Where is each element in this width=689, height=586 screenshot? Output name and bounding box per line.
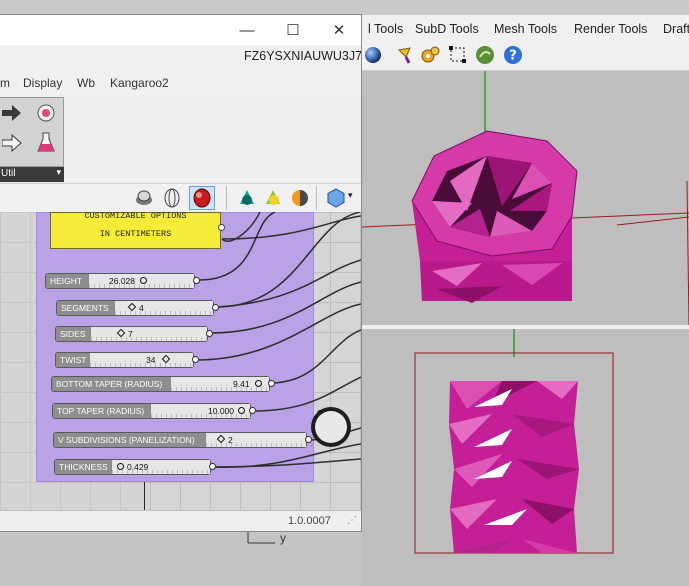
slider-bottom-taper[interactable]: BOTTOM TAPER (RADIUS) 9.41 bbox=[51, 376, 275, 392]
gh-titlebar[interactable]: — ☐ ✕ bbox=[0, 15, 361, 45]
arrow-right-icon[interactable] bbox=[2, 104, 22, 127]
slider-knob[interactable] bbox=[238, 407, 245, 414]
slider-v-subdivisions[interactable]: V SUBDIVISIONS (PANELIZATION) 2 bbox=[53, 432, 312, 448]
slider-height[interactable]: HEIGHT 26.028 bbox=[45, 273, 200, 289]
dropdown-arrow-icon[interactable]: ▾ bbox=[56, 167, 61, 178]
slider-label: THICKNESS bbox=[55, 460, 111, 474]
front-viewport[interactable] bbox=[362, 329, 689, 586]
slider-thickness[interactable]: THICKNESS 0.429 bbox=[54, 459, 216, 475]
slider-twist[interactable]: TWIST 34 bbox=[55, 352, 199, 368]
bounding-box-icon[interactable] bbox=[447, 44, 469, 66]
preview-wire-icon[interactable] bbox=[162, 188, 182, 213]
slider-value: 7 bbox=[128, 329, 133, 339]
slider-track[interactable] bbox=[150, 404, 250, 418]
output-grip[interactable] bbox=[209, 463, 216, 470]
close-button[interactable]: ✕ bbox=[328, 19, 350, 41]
document-name: FZ6YSXNIAUWU3J7* bbox=[244, 49, 362, 63]
slider-value: 2 bbox=[228, 435, 233, 445]
version-label: 1.0.0007 bbox=[288, 515, 331, 527]
sphere-icon[interactable] bbox=[362, 44, 384, 66]
slider-knob[interactable] bbox=[255, 380, 262, 387]
slider-label: BOTTOM TAPER (RADIUS) bbox=[52, 377, 170, 391]
slider-segments[interactable]: SEGMENTS 4 bbox=[56, 300, 219, 316]
output-grip[interactable] bbox=[206, 330, 213, 337]
rhino-menu-tools[interactable]: l Tools bbox=[368, 22, 403, 36]
grasshopper-icon[interactable] bbox=[474, 44, 496, 66]
grasshopper-window: — ☐ ✕ FZ6YSXNIAUWU3J7* m Display Wb Kang… bbox=[0, 14, 362, 532]
display-yellow-green-icon[interactable] bbox=[263, 188, 283, 213]
slider-sides[interactable]: SIDES 7 bbox=[55, 326, 213, 342]
slider-track[interactable] bbox=[89, 353, 193, 367]
canvas-toolbar: ▾ bbox=[0, 183, 361, 213]
minimize-button[interactable]: — bbox=[236, 19, 258, 41]
slider-label: V SUBDIVISIONS (PANELIZATION) bbox=[54, 433, 205, 447]
slider-label: SIDES bbox=[56, 327, 90, 341]
rhino-menu-subd-tools[interactable]: SubD Tools bbox=[415, 22, 479, 36]
ribbon-panel bbox=[0, 97, 64, 167]
rhino-menu-render-tools[interactable]: Render Tools bbox=[574, 22, 647, 36]
perspective-viewport[interactable] bbox=[362, 71, 689, 325]
slider-value: 9.41 bbox=[233, 379, 250, 389]
menu-item-kangaroo2[interactable]: Kangaroo2 bbox=[110, 76, 169, 90]
gh-menubar: m Display Wb Kangaroo2 bbox=[0, 73, 361, 95]
menu-item-wb[interactable]: Wb bbox=[77, 76, 95, 90]
slider-label: TOP TAPER (RADIUS) bbox=[53, 404, 150, 418]
slider-track[interactable] bbox=[90, 327, 207, 341]
menu-item-view[interactable]: m bbox=[0, 76, 10, 90]
gh-canvas[interactable]: CUSTOMIZABLE OPTIONS IN CENTIMETERS HEIG… bbox=[0, 212, 361, 510]
resize-grip-icon[interactable]: ⋰ bbox=[347, 515, 357, 526]
gears-icon[interactable] bbox=[419, 44, 441, 66]
output-grip[interactable] bbox=[192, 356, 199, 363]
preview-selected-icon[interactable] bbox=[189, 186, 215, 210]
arrow-right-outline-icon[interactable] bbox=[1, 133, 22, 157]
slider-knob[interactable] bbox=[140, 277, 147, 284]
toolbar-separator bbox=[226, 186, 227, 210]
preview-shaded-icon[interactable] bbox=[134, 188, 154, 213]
ribbon-group-label: Util bbox=[1, 168, 16, 179]
highlighter-icon[interactable] bbox=[395, 44, 417, 66]
slider-value: 26.028 bbox=[109, 276, 135, 286]
slider-value: 34 bbox=[146, 355, 156, 365]
slider-value: 0.429 bbox=[127, 462, 149, 472]
rhino-menu-mesh-tools[interactable]: Mesh Tools bbox=[494, 22, 557, 36]
ribbon-group-util[interactable]: Util ▾ bbox=[0, 167, 64, 182]
slider-track[interactable] bbox=[111, 460, 210, 474]
slider-knob[interactable] bbox=[117, 463, 124, 470]
output-grip[interactable] bbox=[212, 304, 219, 311]
rhino-viewport-corner: y bbox=[0, 531, 362, 586]
output-grip[interactable] bbox=[249, 407, 256, 414]
axis-y-label: y bbox=[280, 531, 286, 545]
rhino-menu-drafting[interactable]: Draft bbox=[663, 22, 689, 36]
slider-label: HEIGHT bbox=[46, 274, 88, 288]
hexagon-icon[interactable] bbox=[326, 188, 346, 213]
slider-value: 10.000 bbox=[208, 406, 234, 416]
slider-label: SEGMENTS bbox=[57, 301, 114, 315]
display-orange-icon[interactable] bbox=[290, 188, 310, 213]
svg-text:?: ? bbox=[509, 49, 517, 64]
help-icon[interactable]: ? bbox=[502, 44, 524, 66]
gh-statusbar: 1.0.0007 ⋰ bbox=[0, 510, 361, 531]
dropdown-arrow-icon[interactable]: ▾ bbox=[348, 190, 353, 201]
gear-sphere-icon[interactable] bbox=[36, 103, 56, 128]
menu-item-display[interactable]: Display bbox=[23, 76, 62, 90]
navigation-wheel-icon[interactable] bbox=[309, 405, 353, 454]
maximize-button[interactable]: ☐ bbox=[282, 19, 304, 41]
slider-top-taper[interactable]: TOP TAPER (RADIUS) 10.000 bbox=[52, 403, 256, 419]
display-green-icon[interactable] bbox=[237, 188, 257, 213]
output-grip[interactable] bbox=[193, 277, 200, 284]
slider-value: 4 bbox=[139, 303, 144, 313]
output-grip[interactable] bbox=[268, 380, 275, 387]
flask-icon[interactable] bbox=[37, 132, 55, 159]
toolbar-separator bbox=[316, 186, 317, 210]
slider-label: TWIST bbox=[56, 353, 89, 367]
